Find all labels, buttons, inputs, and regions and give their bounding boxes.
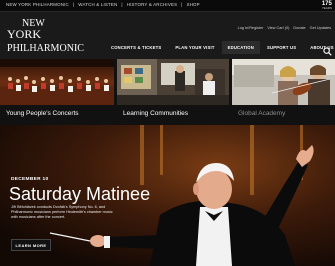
hero-banner: DECEMBER 10 Saturday Matinee Jiří Bělohl… — [0, 125, 335, 266]
nyphil-logo[interactable]: NEW YORK PHILHARMONIC — [6, 16, 86, 54]
hero-description: Jiří Bělohlávek conducts Dvořák's Sympho… — [11, 205, 113, 220]
utility-links: Log In/Register View Cart (0) Donate Get… — [238, 26, 331, 30]
top-utility-bar: New York Philharmonic | Watch & Listen |… — [0, 0, 335, 12]
nav-support-us[interactable]: Support Us — [260, 45, 303, 54]
login-register-link[interactable]: Log In/Register — [238, 26, 264, 30]
logo-line-york: YORK — [7, 27, 41, 41]
tile-young-peoples-concerts[interactable]: Young People's Concerts — [0, 59, 114, 125]
anniversary-caption: YEARS — [321, 6, 332, 10]
tile-label: Young People's Concerts — [6, 110, 79, 117]
top-link-history-archives[interactable]: History & Archives — [127, 2, 177, 7]
top-link-nyphil[interactable]: New York Philharmonic — [6, 2, 69, 7]
top-link-watch-listen[interactable]: Watch & Listen — [78, 2, 117, 7]
nav-plan-your-visit[interactable]: Plan Your Visit — [168, 45, 221, 54]
tile-learning-communities[interactable]: Learning Communities — [117, 59, 229, 125]
tile-label: Learning Communities — [123, 110, 189, 117]
separator: | — [181, 2, 183, 7]
separator: | — [121, 2, 123, 7]
classroom-image — [117, 59, 229, 105]
hero-title: Saturday Matinee — [9, 184, 151, 204]
main-nav: Concerts & Tickets Plan Your Visit Educa… — [104, 41, 335, 54]
separator: | — [72, 2, 75, 7]
view-cart-link[interactable]: View Cart (0) — [267, 26, 289, 30]
tile-label: Global Academy — [238, 110, 286, 117]
top-link-shop[interactable]: Shop — [187, 2, 200, 7]
get-updates-link[interactable]: Get Updates — [310, 26, 331, 30]
donate-link[interactable]: Donate — [293, 26, 305, 30]
learn-more-button[interactable]: LEARN MORE — [11, 239, 51, 251]
tile-global-academy[interactable]: Global Academy — [232, 59, 335, 125]
nav-education[interactable]: Education — [221, 41, 260, 54]
orchestra-stage-image — [0, 59, 114, 105]
nav-concerts-tickets[interactable]: Concerts & Tickets — [104, 45, 168, 54]
anniversary-badge[interactable]: 175 YEARS — [322, 1, 332, 10]
education-tiles: Young People's Concerts Learning Communi… — [0, 59, 335, 125]
search-icon[interactable] — [323, 43, 332, 56]
hero-date: DECEMBER 10 — [11, 177, 49, 182]
logo-line-philharmonic: PHILHARMONIC — [7, 43, 84, 54]
top-links: New York Philharmonic | Watch & Listen |… — [6, 2, 200, 7]
violin-students-image — [232, 59, 335, 105]
site-header: NEW YORK PHILHARMONIC Log In/Register Vi… — [0, 12, 335, 59]
logo-mark: NEW YORK PHILHARMONIC — [7, 18, 84, 54]
